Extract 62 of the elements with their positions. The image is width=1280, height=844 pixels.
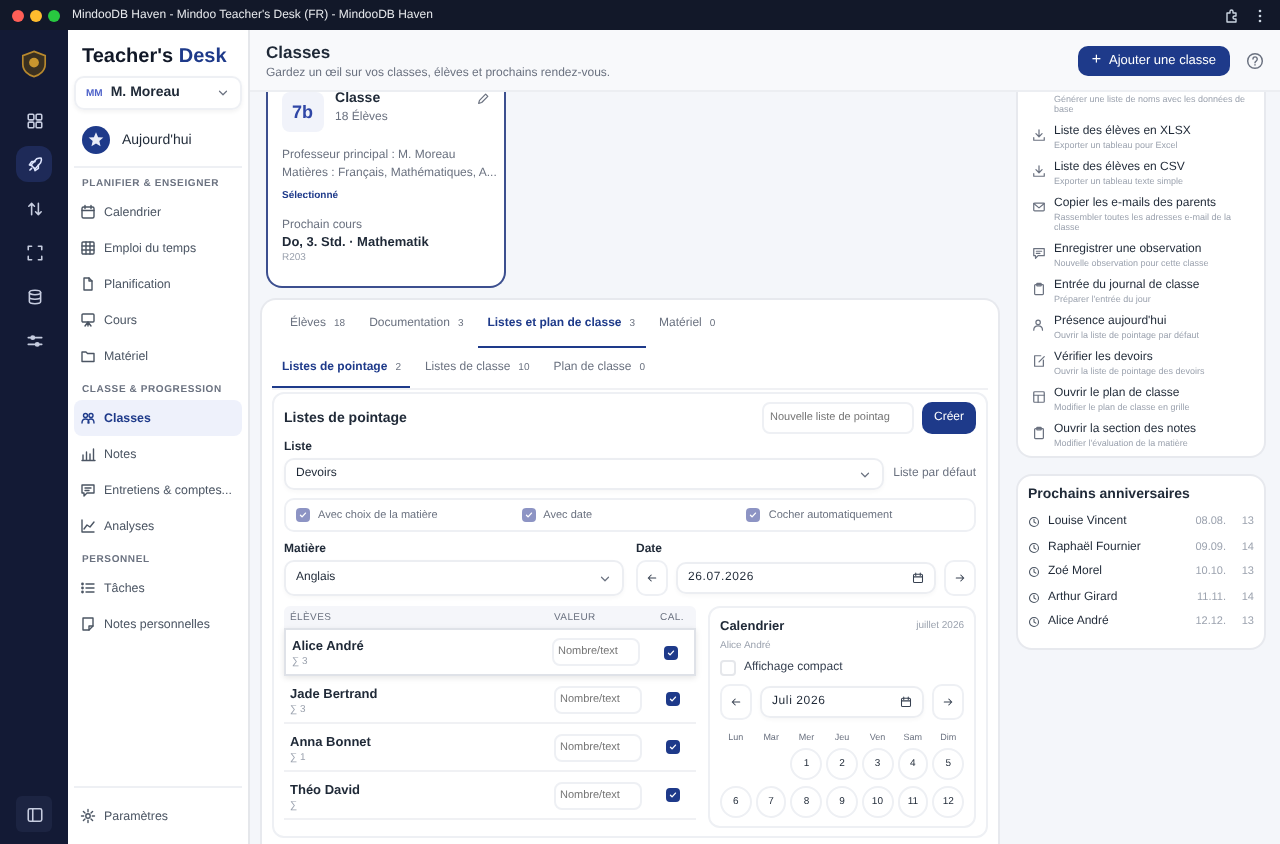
bar-chart-icon bbox=[80, 446, 96, 462]
checkbox[interactable] bbox=[665, 692, 679, 706]
chat-icon bbox=[1032, 246, 1046, 260]
minimize-window-button[interactable] bbox=[30, 9, 42, 21]
close-window-button[interactable] bbox=[12, 9, 24, 21]
sliders-icon bbox=[25, 331, 43, 349]
download-icon bbox=[1032, 128, 1046, 142]
sidebar-toggle-button[interactable] bbox=[16, 796, 52, 832]
clock-icon bbox=[1028, 616, 1040, 629]
chevron-down-icon bbox=[216, 86, 230, 100]
sidebar-toggle-icon bbox=[25, 805, 43, 823]
note-icon bbox=[80, 616, 96, 632]
app-title: Teacher's Desk bbox=[80, 44, 229, 72]
grid-icon bbox=[25, 111, 43, 129]
arrow-right-icon bbox=[954, 572, 966, 584]
easel-icon bbox=[80, 312, 96, 328]
clock-icon bbox=[1028, 541, 1040, 554]
pencil-icon bbox=[476, 92, 490, 106]
people-icon bbox=[80, 410, 96, 426]
checkbox[interactable] bbox=[746, 508, 761, 522]
edit-document-icon bbox=[1032, 354, 1046, 368]
list-icon bbox=[80, 580, 96, 596]
calendar-icon bbox=[912, 572, 924, 584]
arrow-right-icon bbox=[942, 696, 954, 708]
calendar-icon bbox=[900, 696, 912, 708]
table-icon bbox=[80, 240, 96, 256]
shield-logo-icon bbox=[20, 50, 48, 78]
star-badge-icon bbox=[82, 126, 110, 154]
maximize-window-button[interactable] bbox=[48, 9, 60, 21]
chevron-down-icon bbox=[857, 467, 872, 481]
checkbox[interactable] bbox=[665, 740, 679, 754]
chevron-down-icon bbox=[598, 571, 612, 585]
checkbox[interactable] bbox=[296, 508, 310, 522]
person-icon bbox=[1032, 318, 1046, 332]
download-icon bbox=[1032, 164, 1046, 178]
clock-icon bbox=[1028, 516, 1040, 529]
checkbox[interactable] bbox=[521, 508, 536, 522]
checkbox[interactable] bbox=[663, 645, 677, 659]
clock-icon bbox=[1028, 591, 1040, 604]
gear-icon bbox=[80, 808, 96, 824]
clipboard-icon bbox=[1032, 282, 1046, 296]
rocket-icon bbox=[25, 155, 43, 173]
mail-icon bbox=[1032, 200, 1046, 214]
arrow-left-icon bbox=[646, 572, 658, 584]
calendar-icon bbox=[80, 204, 96, 220]
layout-icon bbox=[1032, 390, 1046, 404]
scan-frame-icon bbox=[25, 243, 43, 261]
chat-icon bbox=[80, 482, 96, 498]
page-title: Classes bbox=[266, 41, 333, 61]
sort-arrows-icon bbox=[25, 199, 43, 217]
class-code: 7b bbox=[282, 92, 324, 132]
extension-icon bbox=[1224, 7, 1240, 23]
arrow-left-icon bbox=[730, 696, 742, 708]
checkbox[interactable] bbox=[665, 788, 679, 802]
help-icon[interactable] bbox=[1246, 51, 1264, 69]
rail-button[interactable] bbox=[16, 146, 52, 182]
document-icon bbox=[80, 276, 96, 292]
clock-icon bbox=[1028, 566, 1040, 579]
database-icon bbox=[25, 287, 43, 305]
folder-icon bbox=[80, 348, 96, 364]
line-chart-icon bbox=[80, 518, 96, 534]
clipboard-icon bbox=[1032, 426, 1046, 440]
